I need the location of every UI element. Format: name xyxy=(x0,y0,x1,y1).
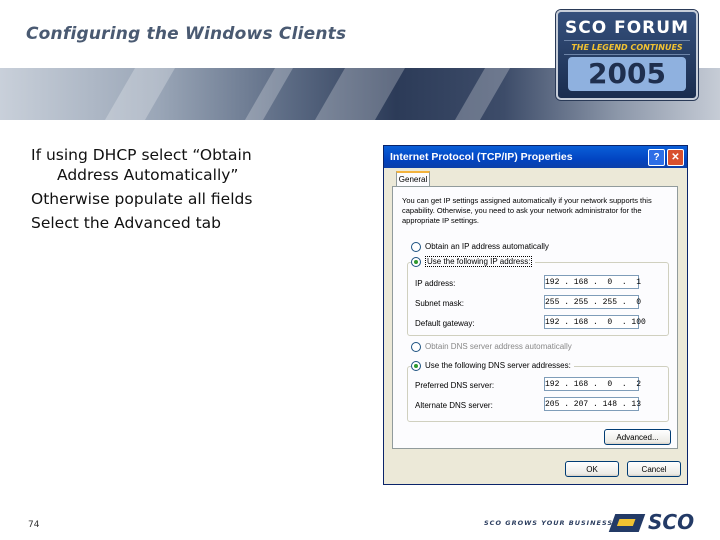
bullet-text: Otherwise populate all fields xyxy=(31,190,253,208)
bullet-text: Select the Advanced tab xyxy=(31,214,222,232)
alternate-dns-field[interactable]: 205 . 207 . 148 . 13 xyxy=(544,397,641,411)
intro-text: You can get IP settings assigned automat… xyxy=(402,196,652,225)
bullet-list: If using DHCP select “Obtain Address Aut… xyxy=(31,145,331,237)
help-button[interactable]: ? xyxy=(648,149,665,166)
close-button[interactable]: ✕ xyxy=(667,149,684,166)
advanced-button[interactable]: Advanced... xyxy=(604,429,671,445)
ok-button[interactable]: OK xyxy=(565,461,619,477)
logo-title: SCO FORUM xyxy=(565,18,689,38)
slide-title: Configuring the Windows Clients xyxy=(26,24,347,44)
preferred-dns-field[interactable]: 192 . 168 . 0 . 2 xyxy=(544,377,641,391)
dialog-titlebar[interactable]: Internet Protocol (TCP/IP) Properties ? … xyxy=(384,146,687,168)
dialog-title: Internet Protocol (TCP/IP) Properties xyxy=(390,151,573,163)
bullet-item: Otherwise populate all fields xyxy=(31,189,331,209)
tcpip-properties-dialog: Internet Protocol (TCP/IP) Properties ? … xyxy=(383,145,688,485)
ip-address-field[interactable]: 192 . 168 . 0 . 1 xyxy=(544,275,641,289)
radio-use-following-dns[interactable]: Use the following DNS server addresses: xyxy=(411,361,574,371)
subnet-mask-label: Subnet mask: xyxy=(415,299,464,308)
radio-obtain-dns-auto[interactable]: Obtain DNS server address automatically xyxy=(411,342,572,352)
alternate-dns-label: Alternate DNS server: xyxy=(415,401,493,410)
preferred-dns-label: Preferred DNS server: xyxy=(415,381,495,390)
radio-checked-icon xyxy=(411,257,421,267)
general-tab-panel: You can get IP settings assigned automat… xyxy=(392,186,678,449)
bullet-item: Select the Advanced tab xyxy=(31,213,331,233)
footer-sco-logo: SCO xyxy=(608,510,708,534)
sco-mark-icon xyxy=(608,514,646,532)
radio-checked-icon xyxy=(411,361,421,371)
ip-address-label: IP address: xyxy=(415,279,456,288)
radio-use-following-ip[interactable]: Use the following IP address: xyxy=(411,256,536,268)
page-number: 74 xyxy=(28,520,40,530)
logo-year: 2005 xyxy=(568,57,686,91)
default-gateway-field[interactable]: 192 . 168 . 0 . 100 xyxy=(544,315,646,329)
sco-forum-logo: SCO FORUM THE LEGEND CONTINUES 2005 xyxy=(556,10,698,100)
subnet-mask-field[interactable]: 255 . 255 . 255 . 0 xyxy=(544,295,641,309)
bullet-text-continued: Address Automatically” xyxy=(57,166,239,184)
dns-settings-group xyxy=(407,366,669,422)
logo-tagline: THE LEGEND CONTINUES xyxy=(564,40,690,55)
radio-obtain-ip-auto[interactable]: Obtain an IP address automatically xyxy=(411,242,549,252)
bullet-text: If using DHCP select “Obtain xyxy=(31,146,252,164)
default-gateway-label: Default gateway: xyxy=(415,319,475,328)
footer-logo-text: SCO xyxy=(648,510,695,534)
footer-tagline: SCO GROWS YOUR BUSINESS xyxy=(484,519,614,527)
radio-unchecked-icon xyxy=(411,242,421,252)
radio-unchecked-icon xyxy=(411,342,421,352)
cancel-button[interactable]: Cancel xyxy=(627,461,681,477)
bullet-item: If using DHCP select “Obtain Address Aut… xyxy=(31,145,331,185)
